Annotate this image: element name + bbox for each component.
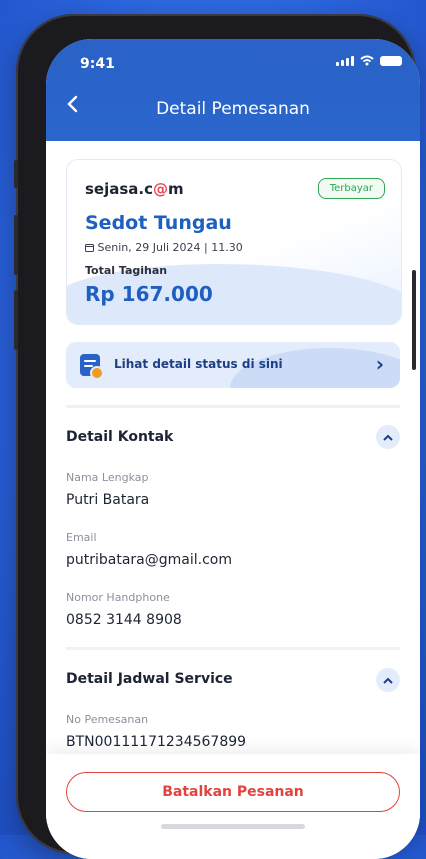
status-detail-link[interactable]: Lihat detail status di sini › [66,342,400,388]
name-value: Putri Batara [66,492,150,508]
side-button [412,270,416,370]
name-label: Nama Lengkap [66,471,149,484]
side-button [14,215,18,275]
chevron-up-icon [383,434,393,441]
service-name: Sedot Tungau [85,212,232,234]
order-number-value: BTN00111171234567899 [66,734,247,750]
page-title: Detail Pemesanan [156,99,310,119]
status-icons [336,55,402,66]
signal-icon [336,55,354,66]
side-button [14,160,18,188]
divider [66,647,400,650]
email-label: Email [66,531,97,544]
status-badge: Terbayar [317,178,385,199]
status-link-label: Lihat detail status di sini [114,357,283,371]
chevron-right-icon: › [375,352,384,376]
brand-logo: sejasa.c@m [85,180,184,198]
contact-section-title: Detail Kontak [66,429,174,445]
divider [66,405,400,408]
schedule-section-title: Detail Jadwal Service [66,671,233,687]
status-time: 9:41 [80,56,115,72]
bottom-action-bar: Batalkan Pesanan [46,754,420,859]
document-icon [80,354,104,380]
cancel-order-button[interactable]: Batalkan Pesanan [66,772,400,812]
wifi-icon [360,55,374,66]
side-button [14,290,18,350]
order-date-text: Senin, 29 Juli 2024 | 11.30 [97,241,243,254]
chevron-up-icon [383,677,393,684]
total-label: Total Tagihan [85,264,168,277]
email-value: putribatara@gmail.com [66,552,232,568]
calendar-icon [85,244,94,252]
total-amount: Rp 167.000 [85,282,213,306]
order-date: Senin, 29 Juli 2024 | 11.30 [85,241,243,254]
app-header: 9:41 Detail Pemesanan [46,39,420,141]
app-screen: 9:41 Detail Pemesanan sejasa.c@m Terbaya… [46,39,420,859]
schedule-collapse-button[interactable] [376,668,400,692]
phone-value: 0852 3144 8908 [66,612,182,628]
contact-collapse-button[interactable] [376,425,400,449]
order-detail-content: sejasa.c@m Terbayar Sedot Tungau Senin, … [46,141,420,859]
home-indicator [161,824,305,829]
order-summary-card: sejasa.c@m Terbayar Sedot Tungau Senin, … [66,159,402,325]
battery-icon [380,55,402,66]
order-number-label: No Pemesanan [66,713,149,726]
phone-frame: 9:41 Detail Pemesanan sejasa.c@m Terbaya… [16,14,420,859]
phone-label: Nomor Handphone [66,591,170,604]
